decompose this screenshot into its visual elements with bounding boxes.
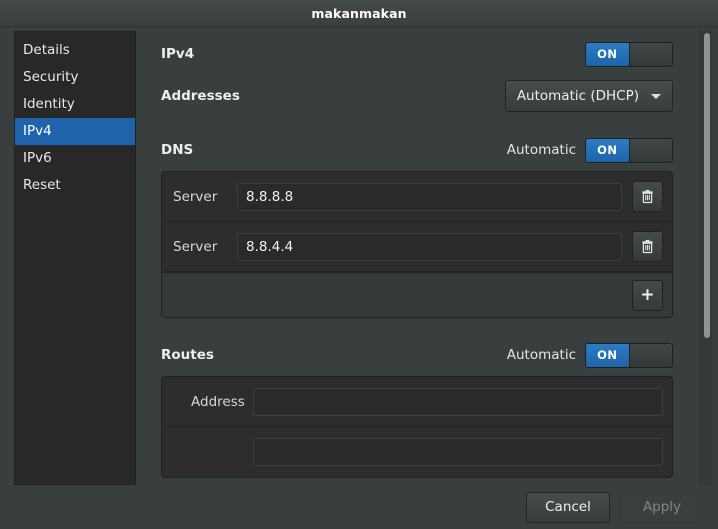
- dns-add-server-button[interactable]: +: [632, 279, 663, 311]
- ipv4-toggle-on-label: ON: [586, 42, 629, 66]
- routes-label: Routes: [161, 347, 214, 363]
- routes-address-input[interactable]: [253, 387, 663, 416]
- sidebar-item-security[interactable]: Security: [15, 64, 135, 91]
- sidebar-item-details[interactable]: Details: [15, 37, 135, 64]
- routes-address-label: Address: [191, 393, 245, 410]
- trash-icon: [642, 239, 653, 254]
- settings-content-inner: IPv4 ON Addresses Automatic (DHCP) DNS A…: [148, 27, 693, 485]
- settings-content: IPv4 ON Addresses Automatic (DHCP) DNS A…: [148, 27, 693, 485]
- dns-server-label: Server: [173, 238, 218, 255]
- dns-server-input-1[interactable]: [237, 182, 622, 211]
- sidebar-item-ipv4[interactable]: IPv4: [15, 118, 135, 145]
- routes-toggle-knob: [628, 343, 672, 367]
- network-settings-window: makanmakan Details Security Identity IPv…: [0, 0, 718, 529]
- window-title: makanmakan: [311, 5, 407, 21]
- sidebar-item-identity[interactable]: Identity: [15, 91, 135, 118]
- dns-automatic-toggle[interactable]: ON: [585, 137, 673, 163]
- titlebar: makanmakan: [0, 0, 718, 27]
- dns-server-row: Server: [162, 222, 672, 272]
- ipv4-toggle-knob: [628, 42, 672, 66]
- dns-server-label: Server: [173, 188, 218, 205]
- routes-automatic-toggle[interactable]: ON: [585, 342, 673, 368]
- routes-next-input[interactable]: [253, 438, 663, 466]
- chevron-down-icon: [651, 93, 661, 99]
- sidebar-item-ipv6[interactable]: IPv6: [15, 145, 135, 172]
- dns-server-delete-button-1[interactable]: [632, 181, 663, 212]
- dialog-footer: Cancel Apply: [0, 485, 718, 529]
- addresses-method-value: Automatic (DHCP): [516, 88, 639, 104]
- routes-row: Routes Automatic ON: [148, 340, 693, 370]
- routes-panel: Address: [161, 376, 673, 478]
- ipv4-toggle[interactable]: ON: [585, 41, 673, 67]
- routes-toggle-on-label: ON: [586, 343, 629, 367]
- dns-servers-panel: Server Server: [161, 171, 673, 318]
- routes-automatic-label: Automatic: [506, 347, 576, 363]
- content-scrollbar[interactable]: [699, 30, 712, 485]
- dns-server-row: Server: [162, 172, 672, 222]
- sidebar-item-reset[interactable]: Reset: [15, 172, 135, 199]
- dns-toggle-on-label: ON: [586, 138, 629, 162]
- routes-next-row: [162, 427, 672, 477]
- routes-address-row: Address: [162, 377, 672, 427]
- addresses-label: Addresses: [161, 88, 240, 104]
- scrollbar-thumb[interactable]: [704, 33, 710, 338]
- dns-automatic-label: Automatic: [506, 142, 576, 158]
- cancel-button[interactable]: Cancel: [526, 491, 610, 523]
- ipv4-row: IPv4 ON: [148, 39, 693, 69]
- dns-row: DNS Automatic ON: [148, 135, 693, 165]
- apply-button: Apply: [620, 491, 704, 523]
- trash-icon: [642, 189, 653, 204]
- dns-toggle-knob: [628, 138, 672, 162]
- ipv4-label: IPv4: [161, 46, 195, 62]
- dns-add-row: +: [162, 272, 672, 317]
- dns-label: DNS: [161, 142, 194, 158]
- dns-server-delete-button-2[interactable]: [632, 231, 663, 262]
- addresses-method-dropdown[interactable]: Automatic (DHCP): [504, 80, 673, 112]
- addresses-row: Addresses Automatic (DHCP): [148, 79, 693, 113]
- sidebar: Details Security Identity IPv4 IPv6 Rese…: [14, 31, 136, 485]
- dns-server-input-2[interactable]: [237, 232, 622, 261]
